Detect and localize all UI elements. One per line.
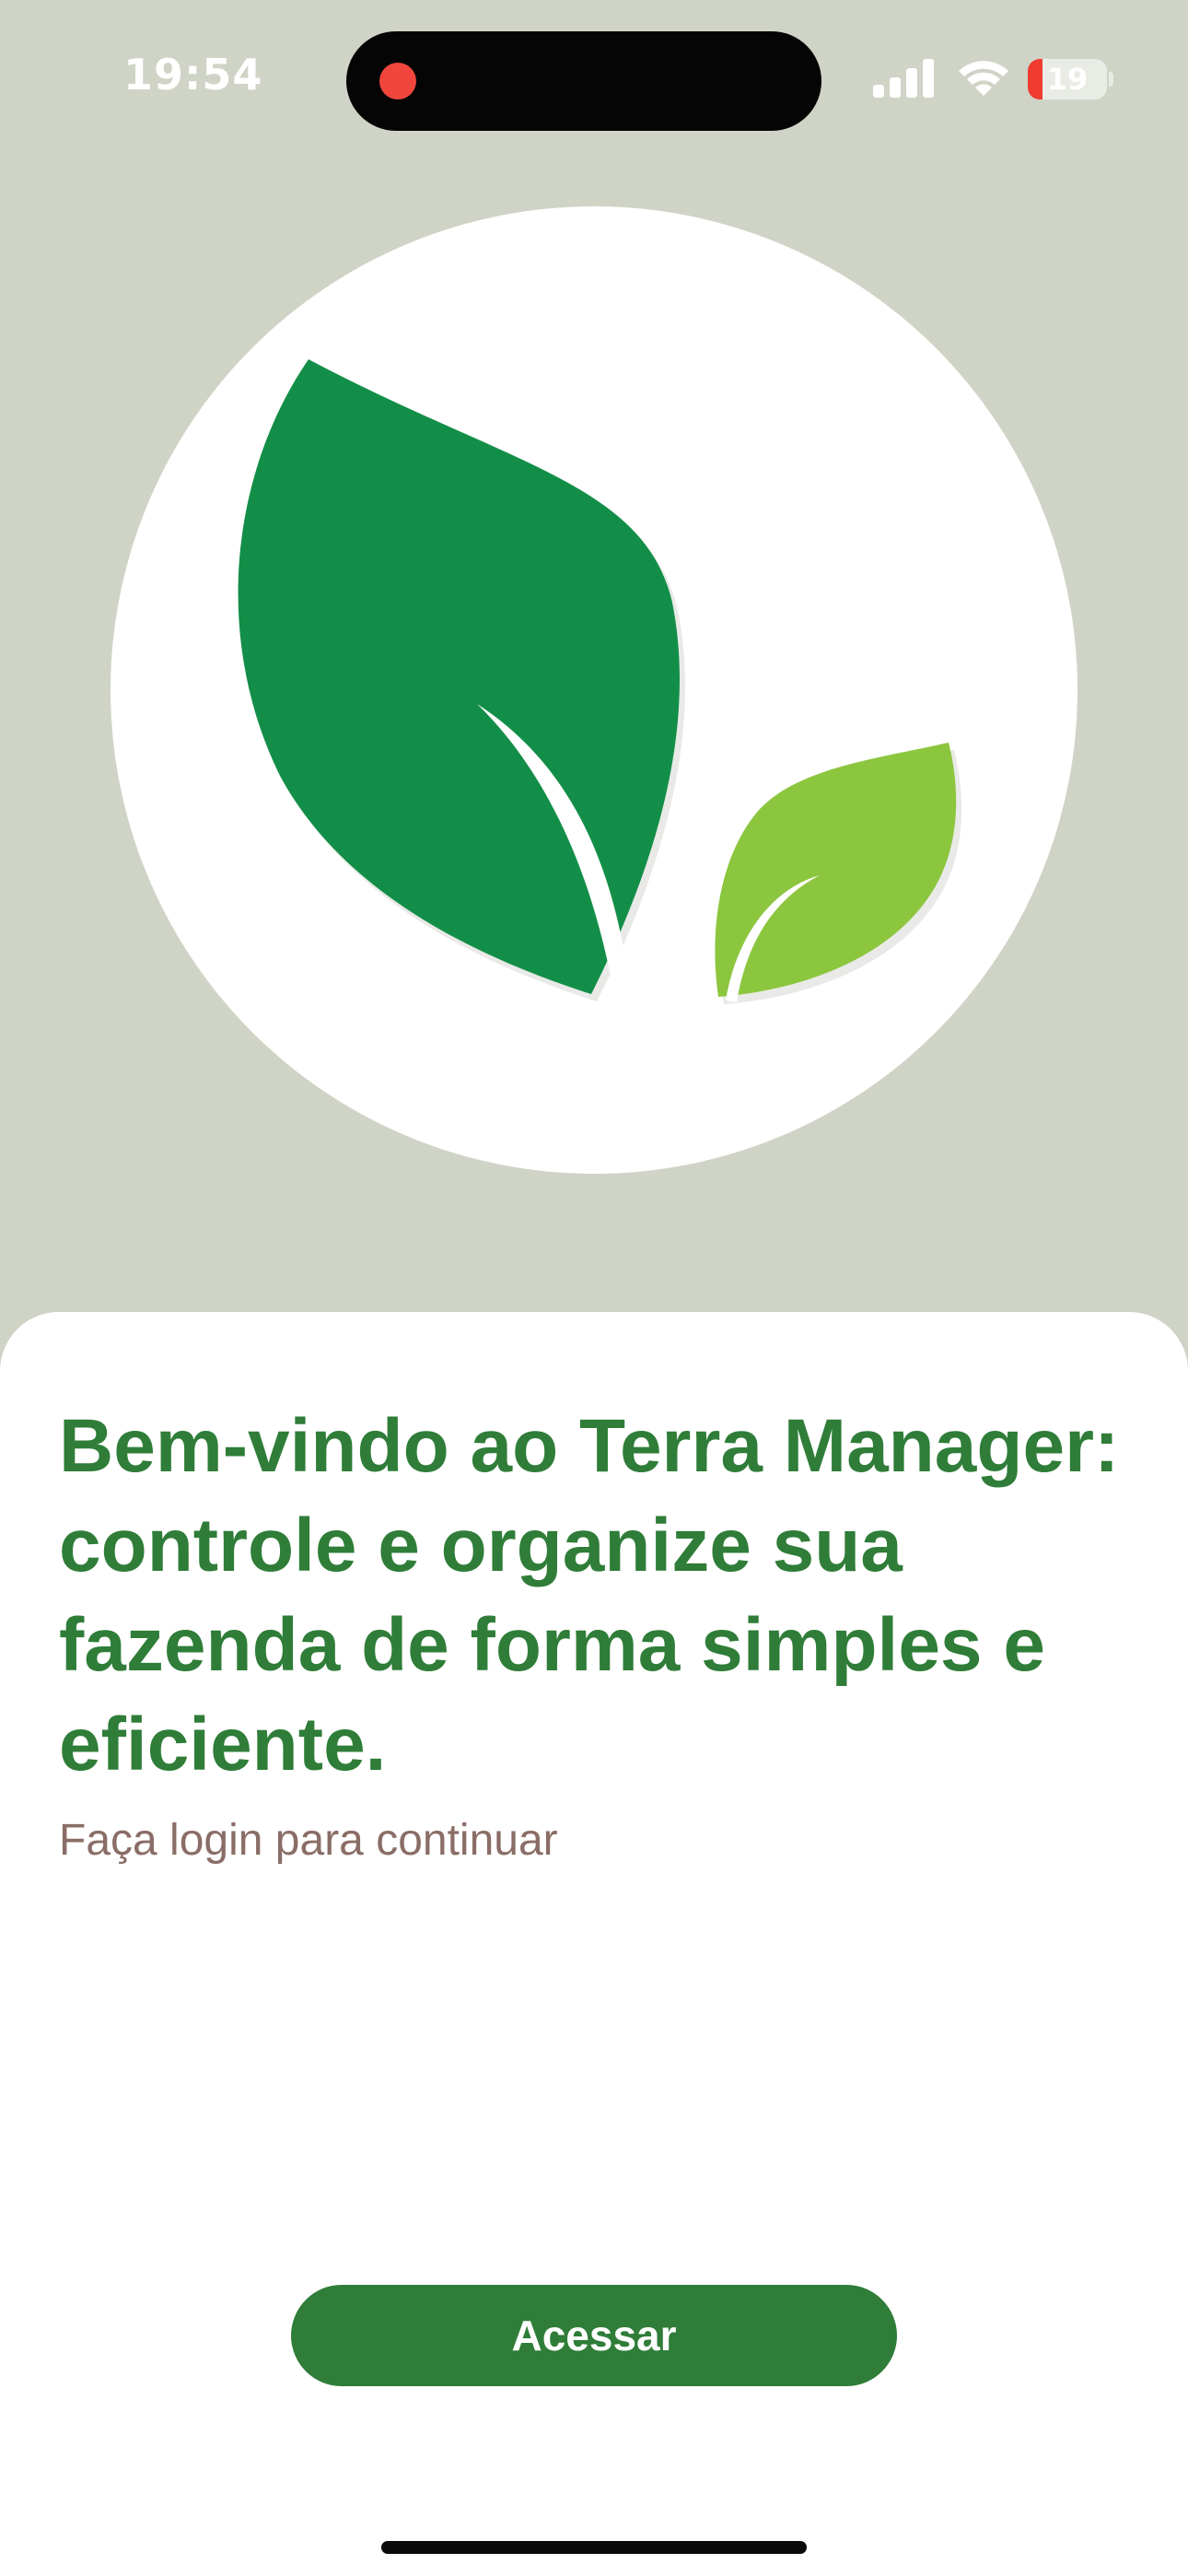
dynamic-island bbox=[346, 31, 821, 131]
status-bar: 19:54 19 bbox=[0, 0, 1188, 147]
light-leaf bbox=[715, 743, 957, 997]
cellular-signal-icon bbox=[873, 59, 934, 98]
battery-icon: 19 bbox=[1028, 59, 1113, 100]
battery-body: 19 bbox=[1028, 59, 1107, 100]
dark-leaf bbox=[238, 359, 680, 994]
battery-level: 19 bbox=[1046, 62, 1089, 97]
access-button[interactable]: Acessar bbox=[291, 2285, 897, 2386]
battery-cap bbox=[1109, 72, 1113, 87]
login-subtitle: Faça login para continuar bbox=[59, 1816, 558, 1865]
leaves-logo-icon bbox=[238, 359, 962, 1004]
wifi-icon bbox=[959, 61, 1008, 96]
home-indicator[interactable] bbox=[381, 2541, 807, 2554]
welcome-title: Bem-vindo ao Terra Manager: controle e o… bbox=[59, 1404, 1120, 1786]
app-logo bbox=[111, 206, 1077, 1174]
welcome-card: Bem-vindo ao Terra Manager: controle e o… bbox=[0, 1312, 1188, 2576]
status-time: 19:54 bbox=[123, 50, 263, 100]
recording-dot-icon bbox=[379, 63, 416, 100]
